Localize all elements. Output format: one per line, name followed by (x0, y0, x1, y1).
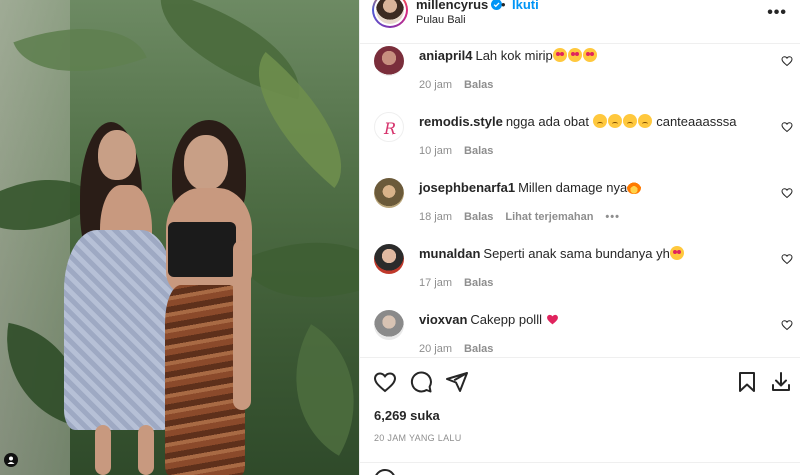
commenter-username[interactable]: vioxvan (419, 312, 467, 327)
photo-leaf (261, 324, 359, 456)
red-heart-emoji-icon (546, 314, 558, 325)
commenter-avatar[interactable] (374, 178, 404, 208)
comments-list[interactable]: aniapril4 Lah kok mirip 20 jam Balas R. re… (360, 44, 800, 357)
comment-text: munaldan Seperti anak sama bundanya yh (419, 246, 749, 262)
comment-time: 20 jam (419, 79, 453, 91)
comment-more-options[interactable]: ••• (605, 211, 620, 223)
comment-meta: 10 jam Balas (419, 145, 505, 157)
header-separator: • (501, 0, 506, 12)
comment-icon[interactable] (409, 370, 433, 394)
heart-eyes-emoji-icon (669, 246, 684, 260)
svg-text:R: R (383, 119, 396, 138)
comment-item: vioxvan Cakepp polll 20 jam Balas (360, 308, 800, 357)
comment-time: 17 jam (419, 277, 453, 289)
commenter-avatar[interactable] (374, 310, 404, 340)
heart-icon[interactable] (373, 370, 397, 394)
comment-message: Lah kok mirip (475, 48, 553, 63)
fire-emoji-icon (627, 180, 642, 194)
commenter-avatar[interactable] (374, 46, 404, 76)
see-translation-link[interactable]: Lihat terjemahan (505, 211, 593, 223)
comment-heart-icon[interactable] (781, 319, 793, 331)
sad-face-emoji-icon (637, 114, 652, 128)
add-comment-bar[interactable] (360, 462, 800, 475)
reply-button[interactable]: Balas (464, 343, 493, 355)
sad-face-emoji-icon (607, 114, 622, 128)
post-actions: 6,269 suka 20 JAM YANG LALU (360, 357, 800, 475)
author-username[interactable]: millencyrus (416, 0, 503, 12)
comment-message: Seperti anak sama bundanya yh (483, 246, 670, 261)
tagged-users-icon[interactable] (4, 453, 18, 467)
emoji-icon[interactable] (374, 469, 396, 475)
share-icon[interactable] (445, 370, 469, 394)
heart-eyes-emoji-icon (552, 48, 567, 62)
post-header: millencyrus • Ikuti Pulau Bali ••• (360, 0, 800, 44)
commenter-username[interactable]: aniapril4 (419, 48, 472, 63)
comment-text: aniapril4 Lah kok mirip (419, 48, 749, 64)
post-time: 20 JAM YANG LALU (374, 433, 462, 443)
comment-text: remodis.style ngga ada obat canteaaasssa (419, 114, 749, 130)
heart-eyes-emoji-icon (567, 48, 582, 62)
comment-heart-icon[interactable] (781, 187, 793, 199)
comment-item: R. remodis.style ngga ada obat canteaaass… (360, 110, 800, 176)
comment-item: josephbenarfa1 Millen damage nya 18 jam Ba… (360, 176, 800, 242)
post-photo[interactable] (0, 0, 359, 475)
commenter-username[interactable]: munaldan (419, 246, 480, 261)
comment-time: 18 jam (419, 211, 453, 223)
author-username-text[interactable]: millencyrus (416, 0, 488, 12)
commenter-avatar[interactable]: R. (374, 112, 404, 142)
comment-item: munaldan Seperti anak sama bundanya yh 17… (360, 242, 800, 308)
comment-message-end: canteaaasssa (656, 114, 737, 129)
comment-time: 10 jam (419, 145, 453, 157)
reply-button[interactable]: Balas (464, 211, 493, 223)
comment-heart-icon[interactable] (781, 121, 793, 133)
comment-message: Millen damage nya (518, 180, 628, 195)
comment-item: aniapril4 Lah kok mirip 20 jam Balas (360, 44, 800, 110)
comment-message: Cakepp polll (470, 312, 542, 327)
comment-meta: 20 jam Balas (419, 343, 505, 355)
comment-message: ngga ada obat (505, 114, 589, 129)
comment-heart-icon[interactable] (781, 253, 793, 265)
download-icon[interactable] (769, 370, 793, 394)
commenter-avatar[interactable] (374, 244, 404, 274)
comment-heart-icon[interactable] (781, 55, 793, 67)
more-options-icon[interactable]: ••• (767, 4, 787, 22)
post-location[interactable]: Pulau Bali (416, 14, 466, 26)
bookmark-icon[interactable] (735, 370, 759, 394)
author-avatar[interactable] (372, 0, 408, 28)
sad-face-emoji-icon (592, 114, 607, 128)
commenter-username[interactable]: remodis.style (419, 114, 503, 129)
comment-text: josephbenarfa1 Millen damage nya (419, 180, 749, 196)
sad-face-emoji-icon (622, 114, 637, 128)
comment-meta: 18 jam Balas Lihat terjemahan ••• (419, 211, 632, 223)
comment-text: vioxvan Cakepp polll (419, 312, 749, 328)
heart-eyes-emoji-icon (582, 48, 597, 62)
reply-button[interactable]: Balas (464, 277, 493, 289)
post-side-panel: millencyrus • Ikuti Pulau Bali ••• aniap… (359, 0, 800, 475)
reply-button[interactable]: Balas (464, 145, 493, 157)
reply-button[interactable]: Balas (464, 79, 493, 91)
follow-button[interactable]: Ikuti (512, 0, 539, 12)
comment-meta: 17 jam Balas (419, 277, 505, 289)
commenter-username[interactable]: josephbenarfa1 (419, 180, 515, 195)
comment-meta: 20 jam Balas (419, 79, 505, 91)
comment-time: 20 jam (419, 343, 453, 355)
like-count[interactable]: 6,269 suka (374, 408, 440, 423)
photo-leaf (239, 206, 359, 334)
